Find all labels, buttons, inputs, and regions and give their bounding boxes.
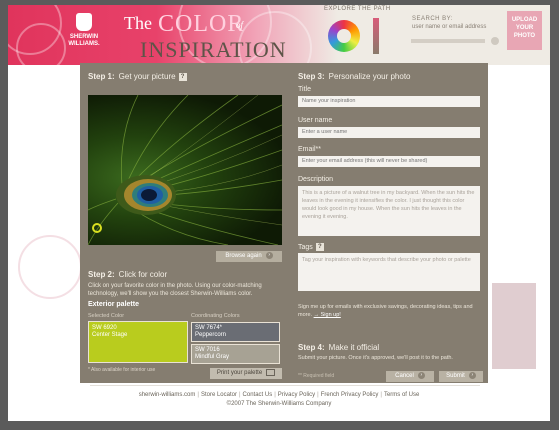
email-input[interactable] <box>298 156 480 167</box>
title-inspiration: INSPIRATION <box>140 37 287 62</box>
selected-color-swatch[interactable]: SW 6920 Center Stage <box>88 321 188 363</box>
search-sublabel: user name or email address <box>412 24 487 30</box>
cancel-label: Cancel <box>395 373 414 379</box>
color-wheel-icon[interactable] <box>328 20 360 52</box>
title-the: The <box>124 13 152 33</box>
arrow-right-icon: › <box>417 371 425 379</box>
brand-logo[interactable]: SHERWIN WILLIAMS. <box>66 13 102 57</box>
username-field-label: User name <box>298 117 333 124</box>
print-palette-label: Print your palette <box>216 370 263 376</box>
background-image-decoration <box>492 283 536 369</box>
step3-label: Personalize your photo <box>328 72 411 81</box>
step2-number: Step 2: <box>88 270 115 279</box>
peacock-feather-image <box>88 95 282 245</box>
brand-logo-icon <box>76 13 92 31</box>
required-note: ** Required field <box>298 373 335 379</box>
print-palette-button[interactable]: Print your palette <box>210 368 282 379</box>
description-textarea[interactable]: This is a picture of a walnut tree in my… <box>298 186 480 236</box>
selected-color-name: Center Stage <box>92 332 128 338</box>
step1-heading: Step 1: Get your picture? <box>88 72 187 81</box>
background-swirl-decoration <box>18 235 82 299</box>
browse-again-button[interactable]: Browse again › <box>216 251 282 262</box>
selected-color-code: SW 6920 <box>92 325 117 331</box>
step4-description: Submit your picture. Once it's approved,… <box>298 355 453 361</box>
email-signup: Sign me up for emails with exclusive sav… <box>298 303 483 319</box>
shade-slider[interactable] <box>373 18 379 54</box>
step1-number: Step 1: <box>88 72 115 81</box>
footer-link-home[interactable]: sherwin-williams.com <box>139 392 196 398</box>
header: SHERWIN WILLIAMS. The COLOR of INSPIRATI… <box>8 5 550 65</box>
upload-photo-button[interactable]: UPLOAD YOUR PHOTO <box>507 11 542 50</box>
tags-textarea[interactable]: Tag your inspiration with keywords that … <box>298 253 480 291</box>
search-label: SEARCH BY: <box>412 16 454 22</box>
title-color: COLOR <box>158 11 245 37</box>
title-input[interactable] <box>298 96 480 107</box>
footer-link-store-locator[interactable]: Store Locator <box>201 392 237 398</box>
step1-label: Get your picture <box>118 72 176 81</box>
cancel-button[interactable]: Cancel › <box>386 371 434 382</box>
step3-number: Step 3: <box>298 72 325 81</box>
palette-title: Exterior palette <box>88 301 139 308</box>
footer-link-french-privacy[interactable]: French Privacy Policy <box>321 392 379 398</box>
footer-links: sherwin-williams.com | Store Locator | Conta… <box>138 392 420 398</box>
color-picker-icon[interactable] <box>92 223 102 233</box>
swirl-decoration <box>16 23 66 65</box>
coordinating-color-swatch[interactable]: SW 7674* Peppercorn <box>191 322 280 342</box>
footer: sherwin-williams.com | Store Locator | Conta… <box>8 391 550 409</box>
email-field-label: Email** <box>298 146 321 153</box>
browse-again-label: Browse again <box>225 253 262 259</box>
title-of: of <box>236 20 244 30</box>
coordinating-color-name: Peppercorn <box>195 332 227 338</box>
main-panel: Step 1: Get your picture? Browse again ›… <box>80 63 488 383</box>
footer-link-terms[interactable]: Terms of Use <box>384 392 419 398</box>
search-input[interactable] <box>411 39 485 43</box>
description-field-label: Description <box>298 176 334 183</box>
search-go-button[interactable] <box>491 37 499 45</box>
uploaded-photo[interactable] <box>88 95 282 245</box>
help-icon[interactable]: ? <box>178 72 187 81</box>
arrow-right-icon: › <box>265 251 273 259</box>
tags-field-label: Tags? <box>298 243 324 251</box>
selected-color-header: Selected Color <box>88 313 125 319</box>
interior-footnote: * Also available for interior use <box>88 367 156 373</box>
step4-heading: Step 4: Make it official <box>298 343 379 352</box>
arrow-right-icon: › <box>468 371 476 379</box>
signup-link[interactable]: → Sign up! <box>314 312 341 318</box>
step4-number: Step 4: <box>298 343 325 352</box>
coordinating-color-swatch[interactable]: SW 7016 Mindful Gray <box>191 344 280 364</box>
page: SHERWIN WILLIAMS. The COLOR of INSPIRATI… <box>8 5 550 421</box>
submit-button[interactable]: Submit › <box>439 371 483 382</box>
copyright: ©2007 The Sherwin-Williams Company <box>226 401 332 407</box>
step4-label: Make it official <box>328 343 380 352</box>
step3-heading: Step 3: Personalize your photo <box>298 72 411 81</box>
coordinating-color-name: Mindful Gray <box>195 354 230 360</box>
submit-label: Submit <box>446 373 465 379</box>
explore-path-label: EXPLORE THE PATH <box>324 6 391 12</box>
tags-label-text: Tags <box>298 243 313 251</box>
print-icon <box>266 368 276 376</box>
step2-heading: Step 2: Click for color <box>88 270 167 279</box>
help-icon[interactable]: ? <box>315 243 324 251</box>
footer-link-privacy[interactable]: Privacy Policy <box>278 392 315 398</box>
username-input[interactable] <box>298 127 480 138</box>
title-field-label: Title <box>298 86 311 93</box>
footer-divider <box>90 385 480 386</box>
brand-name: SHERWIN WILLIAMS. <box>68 34 100 47</box>
coordinating-colors-header: Coordinating Colors <box>191 313 240 319</box>
coordinating-color-code: SW 7016 <box>195 347 220 353</box>
step2-label: Click for color <box>118 270 168 279</box>
step2-description: Click on your favorite color in the phot… <box>88 283 262 297</box>
footer-link-contact[interactable]: Contact Us <box>243 392 273 398</box>
coordinating-color-code: SW 7674* <box>195 325 223 331</box>
